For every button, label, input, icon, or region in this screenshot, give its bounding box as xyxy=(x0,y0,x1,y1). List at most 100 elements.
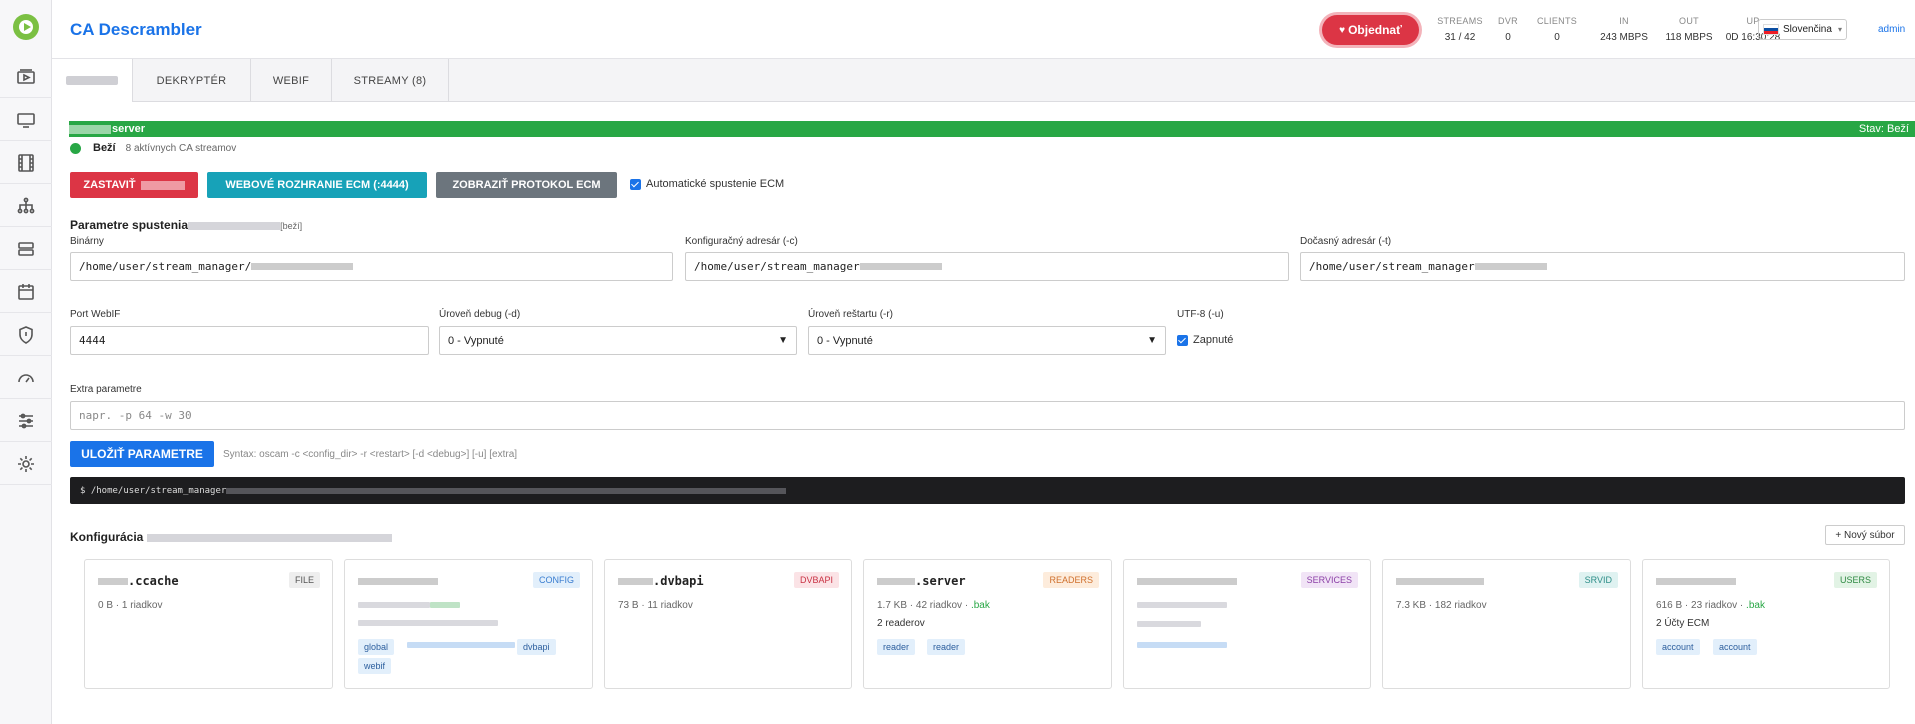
section-chip[interactable]: webif xyxy=(358,658,392,674)
heart-icon: ♥ xyxy=(1339,24,1346,36)
language-label: Slovenčina xyxy=(1783,24,1832,35)
tab-bar: DEKRYPTÉR WEBIF STREAMY (8) xyxy=(52,59,1915,102)
stop-button[interactable]: ZASTAVIŤ xyxy=(70,172,198,198)
autostart-checkbox-row[interactable]: Automatické spustenie ECM xyxy=(630,178,784,190)
debug-label: Úroveň debug (-d) xyxy=(439,309,521,320)
chevron-down-icon: ▼ xyxy=(1147,335,1157,346)
utf8-value: Zapnuté xyxy=(1193,334,1234,346)
chevron-down-icon: ▼ xyxy=(778,335,788,346)
stat-streams: STREAMS 31 / 42 xyxy=(1437,16,1483,43)
port-input[interactable]: 4444 xyxy=(70,326,429,355)
card-meta: 616 B · 23 riadkov · .bak xyxy=(1656,600,1765,611)
config-card-srvid[interactable]: SRVID 7.3 KB · 182 riadkov xyxy=(1382,559,1631,689)
sidebar-item-network-icon[interactable] xyxy=(0,185,52,227)
server-name: server xyxy=(69,123,145,135)
tab-server[interactable] xyxy=(52,59,133,102)
card-meta: 7.3 KB · 182 riadkov xyxy=(1396,600,1487,611)
flag-sk-icon xyxy=(1763,24,1779,35)
params-title: Parametre spustenia [beží] xyxy=(70,218,303,232)
new-file-button[interactable]: + Nový súbor xyxy=(1825,525,1905,545)
card-meta: 1.7 KB · 42 riadkov · .bak xyxy=(877,600,990,611)
server-status-bar: server Stav: Beží xyxy=(69,121,1915,137)
config-dir-input[interactable]: /home/user/stream_manager xyxy=(685,252,1289,281)
running-dot-icon xyxy=(70,142,81,154)
config-dir-label: Konfiguračný adresár (-c) xyxy=(685,236,798,247)
card-sub: 2 readerov xyxy=(877,618,925,629)
utf8-checkbox-row[interactable]: Zapnuté xyxy=(1177,334,1233,346)
utf8-checkbox[interactable] xyxy=(1177,334,1188,346)
account-chip[interactable]: account xyxy=(1656,639,1700,655)
port-label: Port WebIF xyxy=(70,309,121,320)
server-status-row: Beží 8 aktívnych CA streamov xyxy=(70,142,236,154)
app-root: CA Descrambler ♥ Objednať STREAMS 31 / 4… xyxy=(0,0,1915,724)
config-title: Konfigurácia xyxy=(70,530,392,544)
utf8-label: UTF-8 (-u) xyxy=(1177,309,1224,320)
config-card-config[interactable]: CONFIG global dvbapi webif xyxy=(344,559,593,689)
syntax-hint: Syntax: oscam -c <config_dir> -r <restar… xyxy=(223,449,518,460)
restart-label: Úroveň reštartu (-r) xyxy=(808,309,894,320)
autostart-checkbox[interactable] xyxy=(630,178,641,190)
file-type-badge: READERS xyxy=(1043,572,1099,588)
command-preview: $ /home/user/stream_manager xyxy=(70,477,1905,504)
config-card-ccache[interactable]: .ccache FILE 0 B · 1 riadkov xyxy=(84,559,333,689)
file-type-badge: SERVICES xyxy=(1300,572,1358,588)
stat-out: OUT 118 MBPS xyxy=(1665,16,1713,43)
order-button[interactable]: ♥ Objednať xyxy=(1322,15,1419,45)
config-card-users[interactable]: USERS 616 B · 23 riadkov · .bak 2 Účty E… xyxy=(1642,559,1890,689)
app-logo-icon[interactable] xyxy=(13,14,39,40)
reader-chip[interactable]: reader xyxy=(927,639,966,655)
section-chip[interactable]: global xyxy=(358,639,395,655)
sidebar-item-gauge-icon[interactable] xyxy=(0,357,52,399)
extra-params-label: Extra parametre xyxy=(70,384,142,395)
card-sub: 2 Účty ECM xyxy=(1656,618,1710,629)
tab-streams[interactable]: STREAMY (8) xyxy=(332,59,449,102)
order-button-label: Objednať xyxy=(1348,23,1402,37)
sidebar xyxy=(0,0,52,724)
file-type-badge: DVBAPI xyxy=(793,572,839,588)
sidebar-item-gear-icon[interactable] xyxy=(0,443,52,485)
save-params-button[interactable]: ULOŽIŤ PARAMETRE xyxy=(70,441,214,467)
config-card-readers[interactable]: .server READERS 1.7 KB · 42 riadkov · .b… xyxy=(863,559,1112,689)
stat-clients: CLIENTS 0 xyxy=(1536,16,1578,43)
stat-dvr: DVR 0 xyxy=(1498,16,1518,43)
app-title: CA Descrambler xyxy=(70,20,202,39)
tab-decrypter[interactable]: DEKRYPTÉR xyxy=(133,59,251,102)
language-select[interactable]: Slovenčina ▾ xyxy=(1758,19,1847,40)
config-card-services[interactable]: SERVICES xyxy=(1123,559,1371,689)
section-chip[interactable]: dvbapi xyxy=(517,639,556,655)
extra-params-input[interactable]: napr. -p 64 -w 30 xyxy=(70,401,1905,430)
autostart-label: Automatické spustenie ECM xyxy=(646,178,785,190)
sidebar-item-sliders-icon[interactable] xyxy=(0,400,52,442)
temp-dir-label: Dočasný adresár (-t) xyxy=(1300,236,1392,247)
tab-webif[interactable]: WEBIF xyxy=(251,59,332,102)
card-meta: 73 B · 11 riadkov xyxy=(618,600,693,611)
view-log-button[interactable]: ZOBRAZIŤ PROTOKOL ECM xyxy=(436,172,617,198)
top-header: CA Descrambler ♥ Objednať STREAMS 31 / 4… xyxy=(52,0,1915,59)
file-type-badge: USERS xyxy=(1833,572,1877,588)
webif-button[interactable]: WEBOVÉ ROZHRANIE ECM (:4444) xyxy=(207,172,427,198)
restart-select[interactable]: 0 - Vypnuté ▼ xyxy=(808,326,1166,355)
sidebar-item-media-icon[interactable] xyxy=(0,56,52,98)
sidebar-item-server-icon[interactable] xyxy=(0,228,52,270)
stream-count: 8 aktívnych CA streamov xyxy=(125,142,237,154)
stat-in: IN 243 MBPS xyxy=(1600,16,1648,43)
sidebar-item-calendar-icon[interactable] xyxy=(0,271,52,313)
account-chip[interactable]: account xyxy=(1713,639,1757,655)
chevron-down-icon: ▾ xyxy=(1837,25,1842,34)
user-link[interactable]: admin xyxy=(1878,24,1905,35)
binary-label: Binárny xyxy=(70,236,104,247)
server-state: Stav: Beží xyxy=(1858,123,1909,135)
binary-input[interactable]: /home/user/stream_manager/ xyxy=(70,252,673,281)
reader-chip[interactable]: reader xyxy=(877,639,916,655)
file-type-badge: SRVID xyxy=(1578,572,1618,588)
temp-dir-input[interactable]: /home/user/stream_manager xyxy=(1300,252,1905,281)
sidebar-item-monitor-icon[interactable] xyxy=(0,99,52,141)
sidebar-item-shield-icon[interactable] xyxy=(0,314,52,356)
card-meta: 0 B · 1 riadkov xyxy=(98,600,163,611)
config-card-dvbapi[interactable]: .dvbapi DVBAPI 73 B · 11 riadkov xyxy=(604,559,852,689)
file-type-badge: CONFIG xyxy=(533,572,580,588)
debug-select[interactable]: 0 - Vypnuté ▼ xyxy=(439,326,797,355)
status-text: Beží xyxy=(93,142,116,154)
file-type-badge: FILE xyxy=(288,572,320,588)
sidebar-item-film-icon[interactable] xyxy=(0,142,52,184)
